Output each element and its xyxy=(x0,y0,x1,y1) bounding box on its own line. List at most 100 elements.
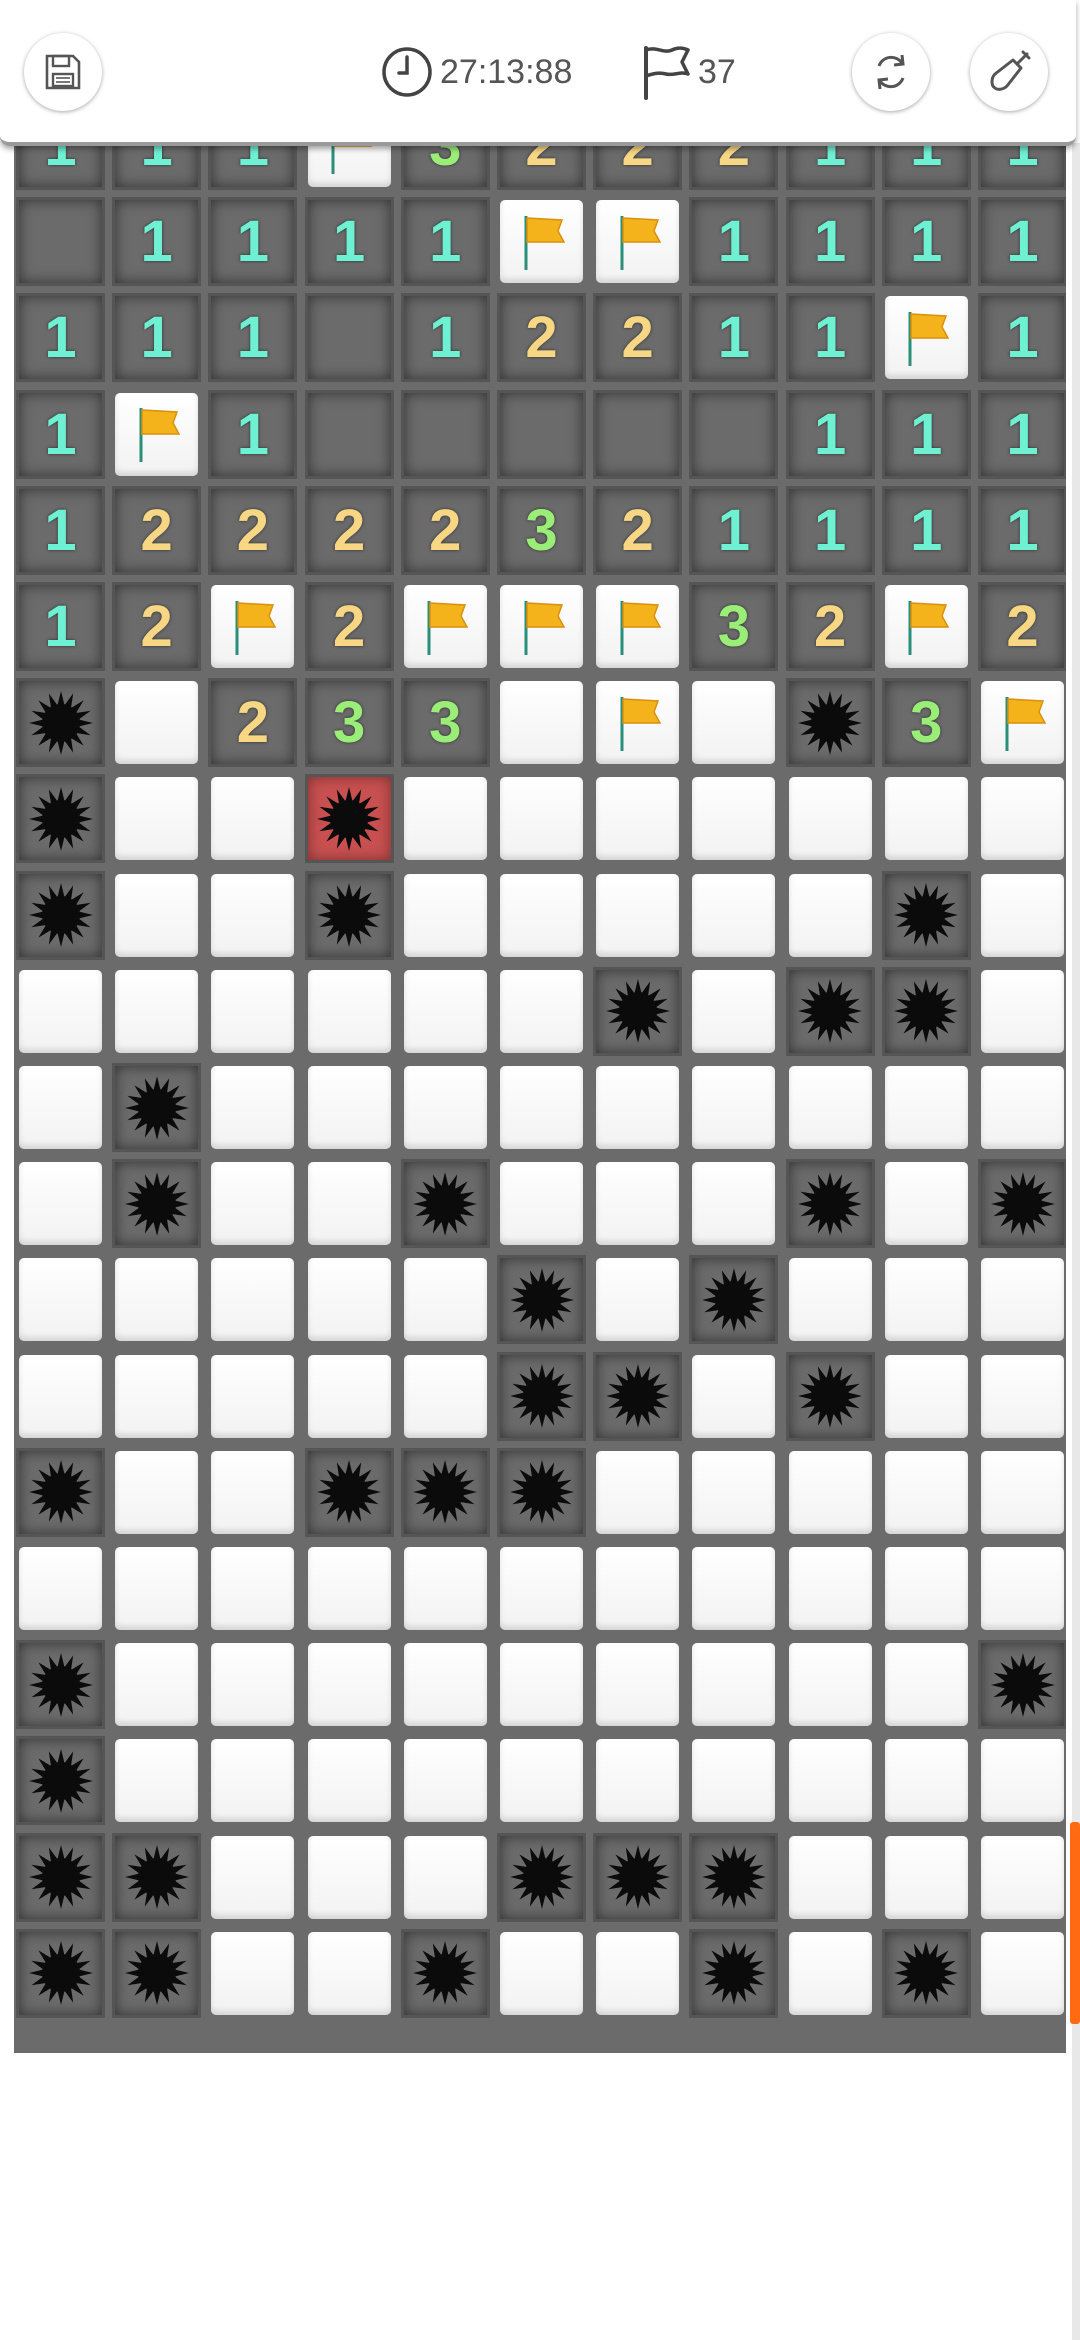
hidden-cell[interactable] xyxy=(400,966,490,1056)
hidden-cell[interactable] xyxy=(400,1736,490,1826)
hidden-cell[interactable] xyxy=(785,1640,875,1730)
number-cell[interactable]: 1 xyxy=(112,293,202,383)
mine-cell[interactable] xyxy=(400,1447,490,1537)
hidden-cell[interactable] xyxy=(208,1447,298,1537)
hidden-cell[interactable] xyxy=(593,1255,683,1345)
number-cell[interactable]: 1 xyxy=(978,197,1066,287)
hidden-cell[interactable] xyxy=(497,1640,586,1730)
empty-cell[interactable] xyxy=(304,389,394,479)
hidden-cell[interactable] xyxy=(16,1159,105,1249)
number-cell[interactable]: 3 xyxy=(400,143,490,190)
hidden-cell[interactable] xyxy=(16,1351,105,1441)
mine-cell[interactable] xyxy=(785,678,875,768)
empty-cell[interactable] xyxy=(400,389,490,479)
hidden-cell[interactable] xyxy=(112,966,202,1056)
number-cell[interactable]: 1 xyxy=(16,143,105,190)
number-cell[interactable]: 3 xyxy=(689,582,779,671)
hidden-cell[interactable] xyxy=(112,1255,202,1345)
mine-cell[interactable] xyxy=(497,1832,586,1922)
mine-cell[interactable] xyxy=(978,1159,1066,1249)
mine-cell[interactable] xyxy=(112,1159,202,1249)
mine-cell[interactable] xyxy=(16,1640,105,1730)
hidden-cell[interactable] xyxy=(881,1447,971,1537)
hidden-cell[interactable] xyxy=(16,1063,105,1152)
number-cell[interactable]: 1 xyxy=(881,143,971,190)
mine-cell[interactable] xyxy=(112,1928,202,2018)
hidden-cell[interactable] xyxy=(497,774,586,864)
hidden-cell[interactable] xyxy=(400,1544,490,1633)
hidden-cell[interactable] xyxy=(208,1351,298,1441)
number-cell[interactable]: 1 xyxy=(689,293,779,383)
hidden-cell[interactable] xyxy=(208,1832,298,1922)
number-cell[interactable]: 1 xyxy=(16,582,105,671)
mine-cell[interactable] xyxy=(497,1351,586,1441)
flagged-cell[interactable] xyxy=(978,678,1066,768)
hidden-cell[interactable] xyxy=(304,1832,394,1922)
hidden-cell[interactable] xyxy=(593,1544,683,1633)
hidden-cell[interactable] xyxy=(881,1255,971,1345)
hidden-cell[interactable] xyxy=(112,1736,202,1826)
hidden-cell[interactable] xyxy=(593,1159,683,1249)
mine-cell[interactable] xyxy=(16,1928,105,2018)
hidden-cell[interactable] xyxy=(16,1255,105,1345)
number-cell[interactable]: 2 xyxy=(112,582,202,671)
number-cell[interactable]: 2 xyxy=(785,582,875,671)
hidden-cell[interactable] xyxy=(593,774,683,864)
hidden-cell[interactable] xyxy=(208,774,298,864)
hidden-cell[interactable] xyxy=(689,1159,779,1249)
number-cell[interactable]: 1 xyxy=(785,197,875,287)
flagged-cell[interactable] xyxy=(400,582,490,671)
number-cell[interactable]: 2 xyxy=(978,582,1066,671)
hidden-cell[interactable] xyxy=(978,1544,1066,1633)
hidden-cell[interactable] xyxy=(497,966,586,1056)
number-cell[interactable]: 1 xyxy=(785,143,875,190)
hidden-cell[interactable] xyxy=(208,1063,298,1152)
hidden-cell[interactable] xyxy=(497,1063,586,1152)
number-cell[interactable]: 2 xyxy=(497,293,586,383)
hidden-cell[interactable] xyxy=(400,774,490,864)
mine-cell[interactable] xyxy=(16,1832,105,1922)
hidden-cell[interactable] xyxy=(689,774,779,864)
number-cell[interactable]: 1 xyxy=(208,143,298,190)
number-cell[interactable]: 1 xyxy=(16,389,105,479)
hidden-cell[interactable] xyxy=(497,1544,586,1633)
hidden-cell[interactable] xyxy=(16,1544,105,1633)
hidden-cell[interactable] xyxy=(112,678,202,768)
hidden-cell[interactable] xyxy=(689,678,779,768)
hidden-cell[interactable] xyxy=(112,774,202,864)
number-cell[interactable]: 2 xyxy=(593,143,683,190)
number-cell[interactable]: 1 xyxy=(208,389,298,479)
number-cell[interactable]: 2 xyxy=(208,485,298,575)
mine-cell[interactable] xyxy=(785,1351,875,1441)
number-cell[interactable]: 1 xyxy=(978,143,1066,190)
number-cell[interactable]: 1 xyxy=(112,197,202,287)
number-cell[interactable]: 2 xyxy=(593,485,683,575)
number-cell[interactable]: 2 xyxy=(304,485,394,575)
hidden-cell[interactable] xyxy=(208,1736,298,1826)
mine-cell[interactable] xyxy=(304,870,394,960)
hidden-cell[interactable] xyxy=(16,966,105,1056)
number-cell[interactable]: 1 xyxy=(112,143,202,190)
hidden-cell[interactable] xyxy=(689,870,779,960)
hidden-cell[interactable] xyxy=(400,870,490,960)
hidden-cell[interactable] xyxy=(978,966,1066,1056)
number-cell[interactable]: 2 xyxy=(112,485,202,575)
hidden-cell[interactable] xyxy=(593,870,683,960)
number-cell[interactable]: 1 xyxy=(208,293,298,383)
mine-cell[interactable] xyxy=(112,1832,202,1922)
hidden-cell[interactable] xyxy=(112,1447,202,1537)
hidden-cell[interactable] xyxy=(785,1255,875,1345)
mine-cell[interactable] xyxy=(16,870,105,960)
hidden-cell[interactable] xyxy=(400,1832,490,1922)
mine-cell[interactable] xyxy=(881,1928,971,2018)
mine-cell[interactable] xyxy=(785,966,875,1056)
mine-cell[interactable] xyxy=(593,1832,683,1922)
number-cell[interactable]: 1 xyxy=(785,293,875,383)
number-cell[interactable]: 1 xyxy=(978,389,1066,479)
number-cell[interactable]: 1 xyxy=(304,197,394,287)
hidden-cell[interactable] xyxy=(400,1351,490,1441)
number-cell[interactable]: 2 xyxy=(304,582,394,671)
hidden-cell[interactable] xyxy=(978,1063,1066,1152)
number-cell[interactable]: 3 xyxy=(497,485,586,575)
hidden-cell[interactable] xyxy=(978,1351,1066,1441)
